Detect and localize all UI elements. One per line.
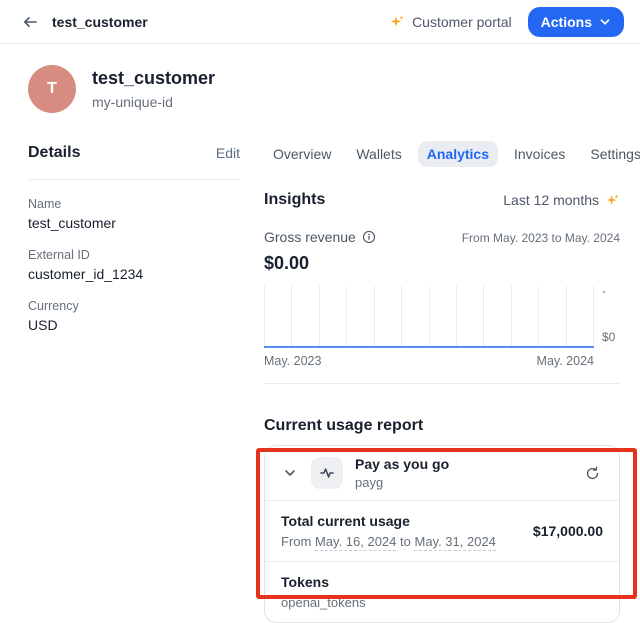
chart-gridline bbox=[457, 286, 484, 348]
details-panel: Details Edit Name test_customer External… bbox=[28, 141, 240, 623]
chevron-down-icon bbox=[599, 16, 611, 28]
gross-revenue-amount: $0.00 bbox=[264, 253, 376, 274]
refresh-button[interactable] bbox=[582, 463, 603, 484]
field-label: Name bbox=[28, 197, 240, 211]
edit-button[interactable]: Edit bbox=[216, 145, 240, 161]
range-prefix: From bbox=[281, 534, 311, 549]
details-heading: Details bbox=[28, 144, 80, 162]
range-from-date[interactable]: May. 16, 2024 bbox=[315, 534, 396, 551]
detail-field-name: Name test_customer bbox=[28, 197, 240, 231]
detail-field-currency: Currency USD bbox=[28, 299, 240, 333]
chart-x-axis: May. 2023 May. 2024 bbox=[264, 354, 594, 368]
page-title: test_customer bbox=[52, 14, 148, 30]
chart-gridline bbox=[402, 286, 429, 348]
customer-profile: T test_customer my-unique-id bbox=[0, 44, 640, 113]
chart-zero-line bbox=[264, 346, 594, 348]
insights-heading: Insights bbox=[264, 191, 325, 209]
tab-analytics[interactable]: Analytics bbox=[418, 141, 498, 167]
field-value: USD bbox=[28, 317, 240, 333]
chart-gridline bbox=[347, 286, 374, 348]
customer-portal-label: Customer portal bbox=[412, 14, 512, 30]
y-tick-max: - bbox=[602, 284, 606, 298]
tab-bar: Overview Wallets Analytics Invoices Sett… bbox=[264, 141, 620, 167]
avatar: T bbox=[28, 65, 76, 113]
section-divider bbox=[264, 383, 620, 384]
customer-portal-button[interactable]: Customer portal bbox=[390, 14, 512, 30]
total-usage-row: Total current usage From May. 16, 2024 t… bbox=[265, 500, 619, 561]
customer-unique-id: my-unique-id bbox=[92, 94, 215, 110]
chart-gridline bbox=[539, 286, 566, 348]
gross-revenue-label: Gross revenue bbox=[264, 229, 356, 245]
info-icon[interactable] bbox=[362, 230, 376, 244]
actions-button[interactable]: Actions bbox=[528, 7, 624, 37]
range-to-date[interactable]: May. 31, 2024 bbox=[414, 534, 495, 551]
field-value: test_customer bbox=[28, 215, 240, 231]
sparkle-icon bbox=[606, 193, 620, 207]
usage-card: Pay as you go payg Total current usage F… bbox=[264, 445, 620, 623]
tab-overview[interactable]: Overview bbox=[264, 141, 340, 167]
plan-code: payg bbox=[355, 475, 449, 490]
details-divider bbox=[28, 179, 240, 180]
gross-revenue-chart: - $0 bbox=[264, 286, 620, 348]
tab-wallets[interactable]: Wallets bbox=[347, 141, 410, 167]
total-usage-label: Total current usage bbox=[281, 513, 496, 529]
chart-gridline bbox=[512, 286, 539, 348]
chart-gridline bbox=[292, 286, 319, 348]
detail-field-external-id: External ID customer_id_1234 bbox=[28, 248, 240, 282]
chart-gridline bbox=[320, 286, 347, 348]
chart-gridline bbox=[567, 286, 594, 348]
chart-gridline bbox=[265, 286, 292, 348]
usage-item-name: Tokens bbox=[281, 574, 603, 590]
sparkle-icon bbox=[390, 14, 405, 29]
field-label: External ID bbox=[28, 248, 240, 262]
period-label: Last 12 months bbox=[503, 192, 599, 208]
main-panel: Overview Wallets Analytics Invoices Sett… bbox=[264, 141, 620, 623]
usage-report-heading: Current usage report bbox=[264, 417, 620, 435]
back-arrow-icon bbox=[22, 14, 38, 30]
x-tick-end: May. 2024 bbox=[537, 354, 594, 368]
plan-name: Pay as you go bbox=[355, 456, 449, 472]
period-selector[interactable]: Last 12 months bbox=[503, 192, 620, 208]
actions-label: Actions bbox=[541, 14, 592, 30]
refresh-icon bbox=[584, 465, 601, 482]
chevron-down-icon bbox=[283, 466, 297, 480]
field-label: Currency bbox=[28, 299, 240, 313]
gross-revenue-range: From May. 2023 to May. 2024 bbox=[462, 229, 620, 245]
customer-name: test_customer bbox=[92, 68, 215, 89]
chart-gridline bbox=[375, 286, 402, 348]
x-tick-start: May. 2023 bbox=[264, 354, 321, 368]
back-button[interactable] bbox=[22, 14, 38, 30]
tab-invoices[interactable]: Invoices bbox=[505, 141, 574, 167]
topbar: test_customer Customer portal Actions bbox=[0, 0, 640, 44]
usage-item-row: Tokens openai_tokens bbox=[265, 561, 619, 622]
tab-settings[interactable]: Settings bbox=[581, 141, 640, 167]
usage-item-code: openai_tokens bbox=[281, 595, 603, 610]
pulse-icon bbox=[311, 457, 343, 489]
chart-gridline bbox=[430, 286, 457, 348]
chart-gridline bbox=[484, 286, 511, 348]
collapse-button[interactable] bbox=[281, 464, 299, 482]
range-joiner: to bbox=[400, 534, 411, 549]
y-tick-zero: $0 bbox=[602, 330, 615, 344]
field-value: customer_id_1234 bbox=[28, 266, 240, 282]
chart-y-axis: - $0 bbox=[594, 286, 620, 348]
total-usage-amount: $17,000.00 bbox=[533, 523, 603, 539]
plan-row: Pay as you go payg bbox=[265, 446, 619, 500]
chart-plot-area bbox=[264, 286, 594, 348]
total-usage-range: From May. 16, 2024 to May. 31, 2024 bbox=[281, 534, 496, 549]
